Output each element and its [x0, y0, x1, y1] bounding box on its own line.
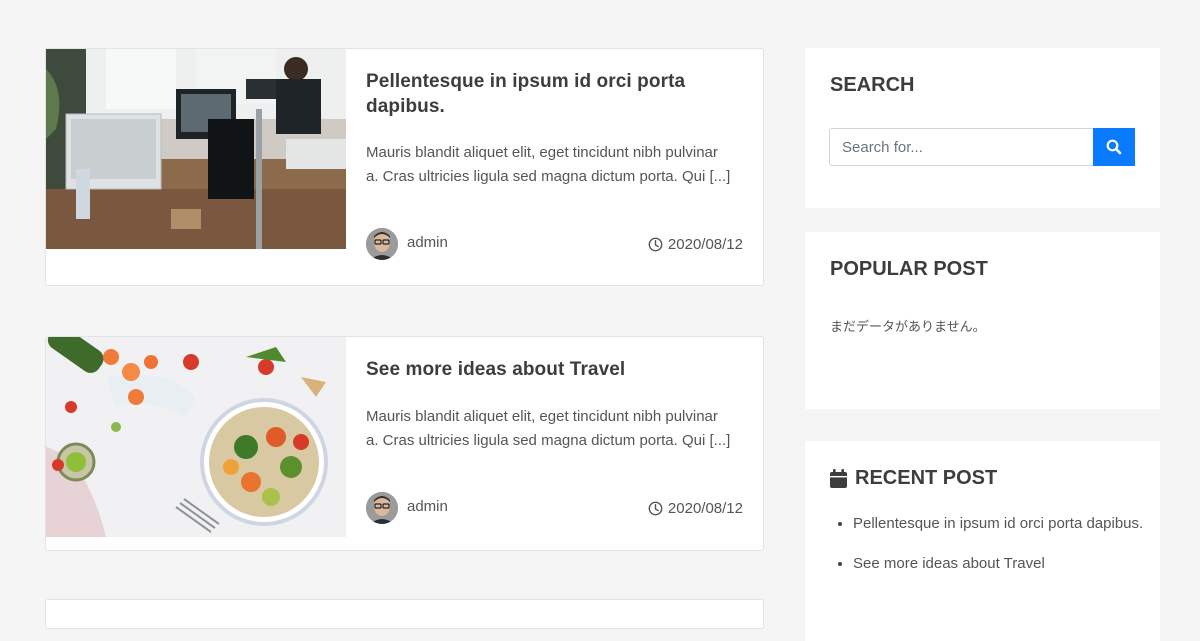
post-excerpt: Mauris blandit aliquet elit, eget tincid… — [366, 408, 731, 449]
recent-post-widget: RECENT POST Pellentesque in ipsum id orc… — [805, 441, 1160, 641]
author-name[interactable]: admin — [407, 234, 448, 251]
post-excerpt: Mauris blandit aliquet elit, eget tincid… — [366, 144, 731, 185]
list-item: Pellentesque in ipsum id orci porta dapi… — [853, 511, 1153, 536]
author-name[interactable]: admin — [407, 498, 448, 515]
salad-bowl-photo — [46, 337, 346, 537]
post-card: See more ideas about Travel Mauris bland… — [45, 336, 764, 551]
recent-post-link[interactable]: See more ideas about Travel — [853, 555, 1045, 572]
search-icon — [1106, 139, 1122, 155]
search-form — [829, 128, 1135, 166]
search-button[interactable] — [1093, 128, 1135, 166]
search-widget: SEARCH — [805, 48, 1160, 208]
post-date-text: 2020/08/12 — [667, 500, 743, 517]
avatar[interactable] — [366, 492, 398, 524]
clock-icon — [648, 501, 663, 516]
empty-message: まだデータがありません。 — [830, 320, 986, 335]
avatar[interactable] — [366, 228, 398, 260]
post-date: 2020/08/12 — [648, 500, 743, 517]
list-item: See more ideas about Travel — [853, 551, 1153, 576]
calendar-icon — [830, 469, 847, 488]
post-date: 2020/08/12 — [648, 236, 743, 253]
post-thumbnail[interactable] — [46, 337, 346, 537]
post-card — [45, 599, 764, 629]
widget-title-text: RECENT POST — [855, 467, 998, 489]
post-thumbnail[interactable] — [46, 49, 346, 249]
post-title[interactable]: Pellentesque in ipsum id orci porta dapi… — [366, 69, 726, 119]
popular-post-widget: POPULAR POST まだデータがありません。 — [805, 232, 1160, 409]
post-title[interactable]: See more ideas about Travel — [366, 357, 726, 382]
search-input[interactable] — [829, 128, 1093, 166]
recent-post-link[interactable]: Pellentesque in ipsum id orci porta dapi… — [853, 515, 1143, 532]
widget-title: SEARCH — [830, 74, 915, 96]
office-desk-photo — [46, 49, 346, 249]
post-meta: admin 2020/08/12 — [366, 492, 743, 526]
post-card: Pellentesque in ipsum id orci porta dapi… — [45, 48, 764, 286]
recent-post-list: Pellentesque in ipsum id orci porta dapi… — [830, 511, 1153, 591]
post-meta: admin 2020/08/12 — [366, 228, 743, 262]
clock-icon — [648, 237, 663, 252]
post-date-text: 2020/08/12 — [667, 236, 743, 253]
widget-title: POPULAR POST — [830, 258, 988, 280]
widget-title: RECENT POST — [830, 467, 997, 490]
